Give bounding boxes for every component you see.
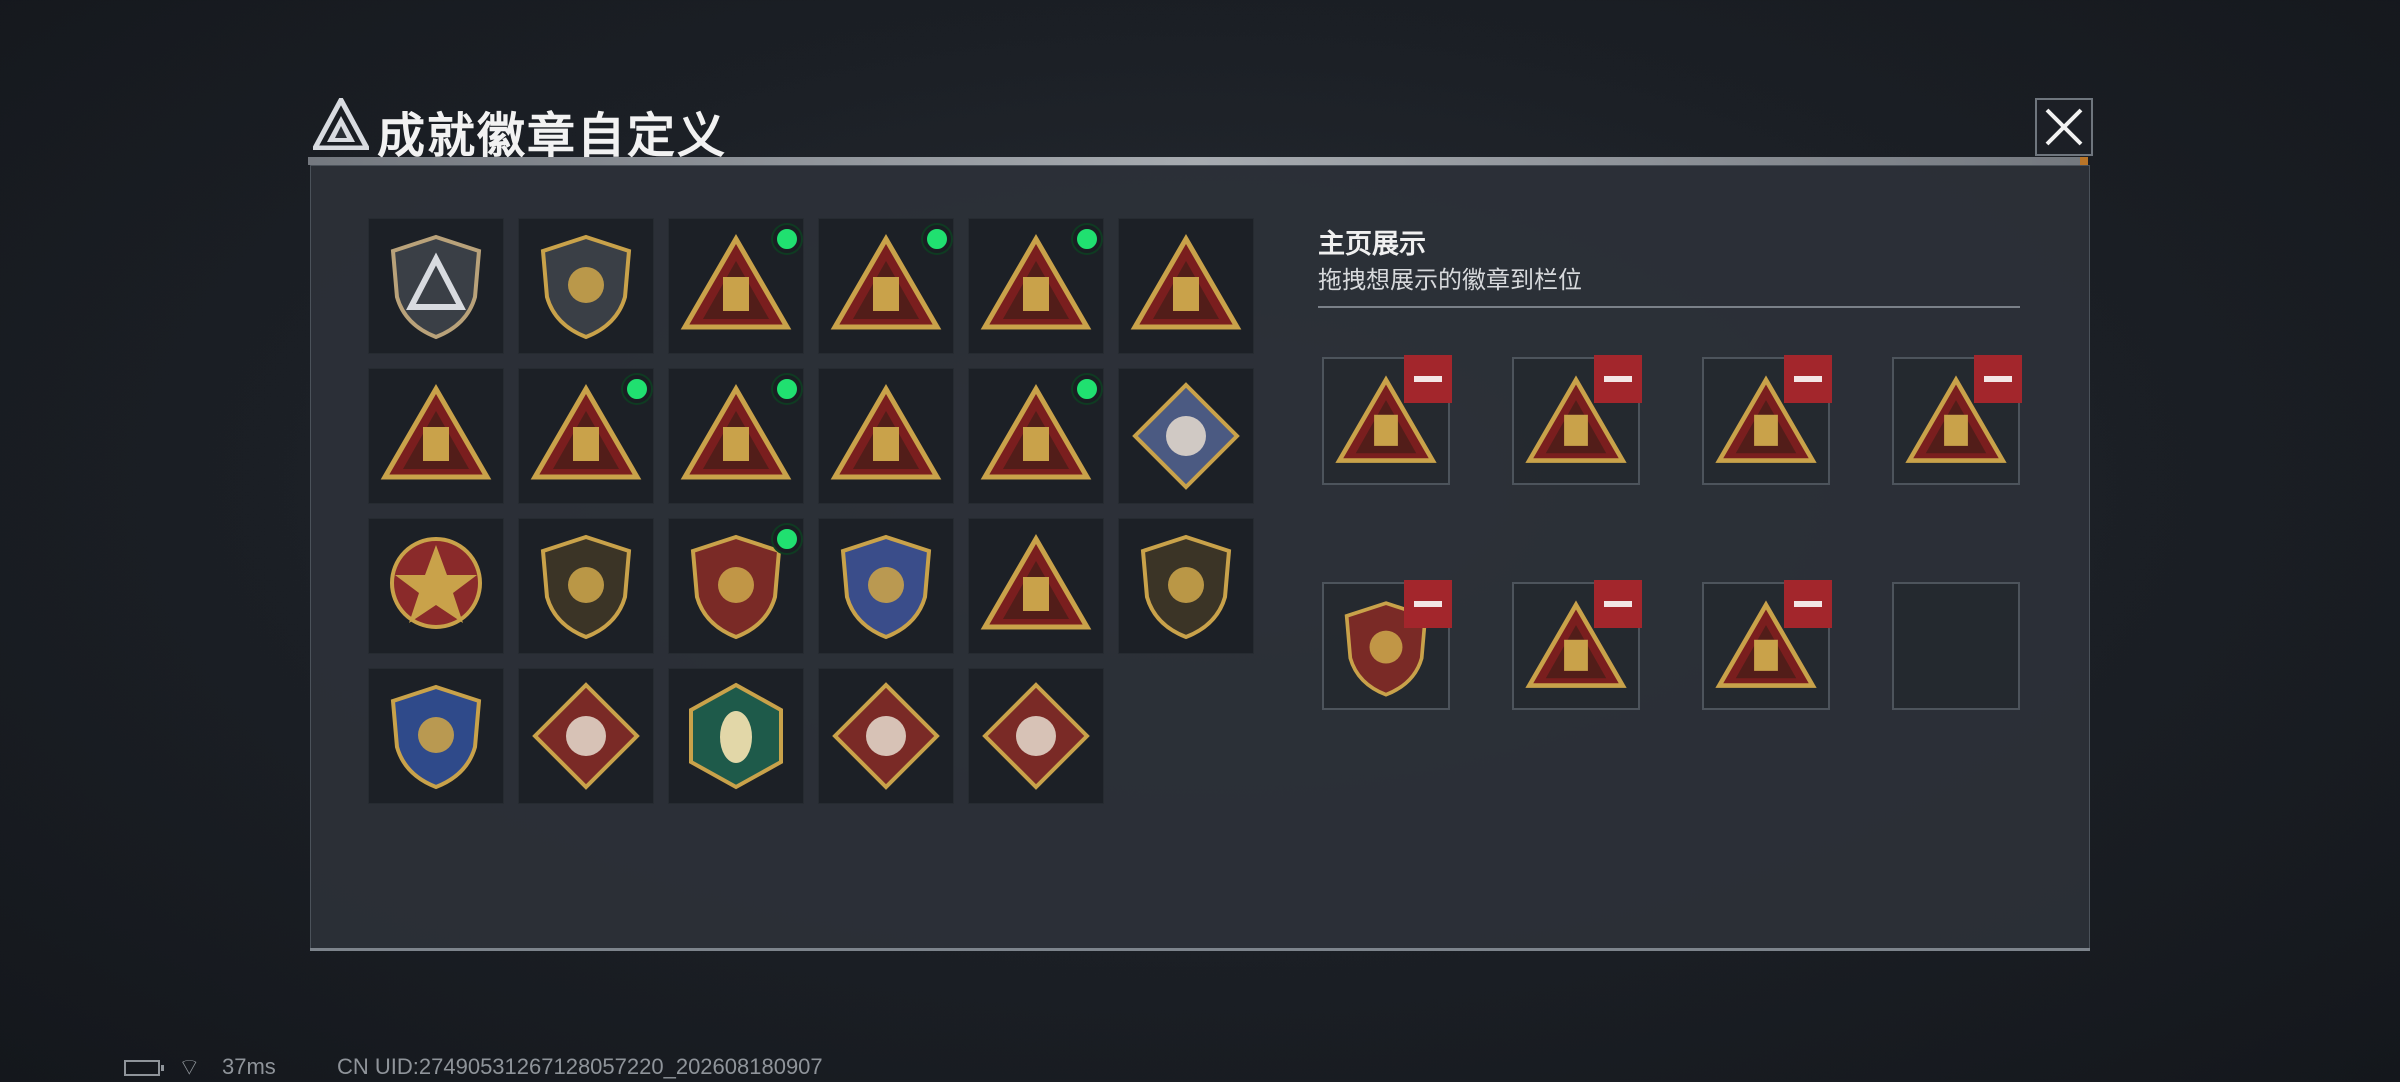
golden-egg-badge-icon — [1130, 234, 1242, 330]
crystal-shield-badge-icon — [840, 534, 932, 640]
badge-cell[interactable] — [518, 368, 654, 504]
remove-minus-icon[interactable] — [1404, 580, 1452, 628]
showcase-slot[interactable] — [1322, 355, 1452, 485]
showcase-title: 主页展示 — [1318, 229, 1426, 259]
star-compass-badge-icon — [390, 537, 482, 629]
header-divider — [308, 157, 2088, 165]
close-x-icon[interactable] — [2035, 98, 2093, 156]
badge-cell[interactable] — [518, 218, 654, 354]
rifle-target-badge-icon — [980, 534, 1092, 630]
wolf-diamond-badge-icon — [532, 682, 640, 790]
badge-cell[interactable] — [968, 218, 1104, 354]
showcase-subtitle: 拖拽想展示的徽章到栏位 — [1318, 267, 1582, 294]
runner-diamond-badge-icon — [982, 682, 1090, 790]
badge-cell[interactable] — [968, 518, 1104, 654]
badge-cell[interactable] — [368, 368, 504, 504]
showcase-slot[interactable] — [1512, 580, 1642, 710]
badge-cell[interactable] — [818, 218, 954, 354]
new-indicator-icon — [923, 225, 951, 253]
new-indicator-icon — [773, 225, 801, 253]
dragon-diamond-badge-icon — [832, 682, 940, 790]
triangle-a-logo-icon — [313, 98, 369, 150]
chevron-shield-badge-icon — [540, 534, 632, 640]
uid-text: CN UID:2749053126712805​7220_20260818090… — [337, 1054, 823, 1079]
badge-cell[interactable] — [368, 218, 504, 354]
showcase-slot[interactable] — [1702, 580, 1832, 710]
badge-cell[interactable] — [968, 368, 1104, 504]
gun-shield-badge-icon — [1140, 534, 1232, 640]
remove-minus-icon[interactable] — [1784, 580, 1832, 628]
showcase-slot[interactable] — [1702, 355, 1832, 485]
title-bar: 成就徽章自定义 — [305, 90, 2095, 163]
badge-cell[interactable] — [1118, 518, 1254, 654]
showcase-slot[interactable] — [1892, 355, 2022, 485]
badge-cell[interactable] — [368, 668, 504, 804]
wifi-icon: ⌔ — [178, 1054, 201, 1081]
new-indicator-icon — [773, 525, 801, 553]
remove-minus-icon[interactable] — [1974, 355, 2022, 403]
helicopter-shield-badge-icon — [540, 234, 632, 340]
remove-minus-icon[interactable] — [1404, 355, 1452, 403]
badge-cell[interactable] — [1118, 218, 1254, 354]
new-indicator-icon — [1073, 225, 1101, 253]
badge-cell[interactable] — [668, 518, 804, 654]
wasp-hexagon-badge-icon — [689, 682, 783, 790]
new-indicator-icon — [773, 375, 801, 403]
badge-cell[interactable] — [668, 218, 804, 354]
battery-charging-icon — [124, 1060, 164, 1076]
badge-cell[interactable] — [518, 518, 654, 654]
badge-cell[interactable] — [818, 668, 954, 804]
showcase-divider — [1318, 306, 2020, 308]
number-one-badge-icon — [380, 384, 492, 480]
showcase-slot-empty[interactable] — [1892, 582, 2020, 710]
new-indicator-icon — [1073, 375, 1101, 403]
crossed-shield-badge-icon — [390, 684, 482, 790]
showcase-slot[interactable] — [1322, 580, 1452, 710]
badge-cell[interactable] — [1118, 368, 1254, 504]
new-indicator-icon — [623, 375, 651, 403]
shield-delta-badge-icon — [390, 234, 482, 340]
rose-diamond-badge-icon — [1132, 382, 1240, 490]
badge-cell[interactable] — [668, 368, 804, 504]
badge-cell[interactable] — [818, 368, 954, 504]
badge-cell[interactable] — [368, 518, 504, 654]
showcase-slot[interactable] — [1512, 355, 1642, 485]
badge-cell[interactable] — [818, 518, 954, 654]
badge-cell[interactable] — [518, 668, 654, 804]
page-title: 成就徽章自定义 — [377, 110, 728, 163]
soldiers-badge-icon — [830, 384, 942, 480]
remove-minus-icon[interactable] — [1784, 355, 1832, 403]
remove-minus-icon[interactable] — [1594, 355, 1642, 403]
panel-bottom-border — [310, 948, 2090, 951]
badge-cell[interactable] — [668, 668, 804, 804]
remove-minus-icon[interactable] — [1594, 580, 1642, 628]
ping-value: 37ms — [222, 1054, 276, 1079]
badge-cell[interactable] — [968, 668, 1104, 804]
